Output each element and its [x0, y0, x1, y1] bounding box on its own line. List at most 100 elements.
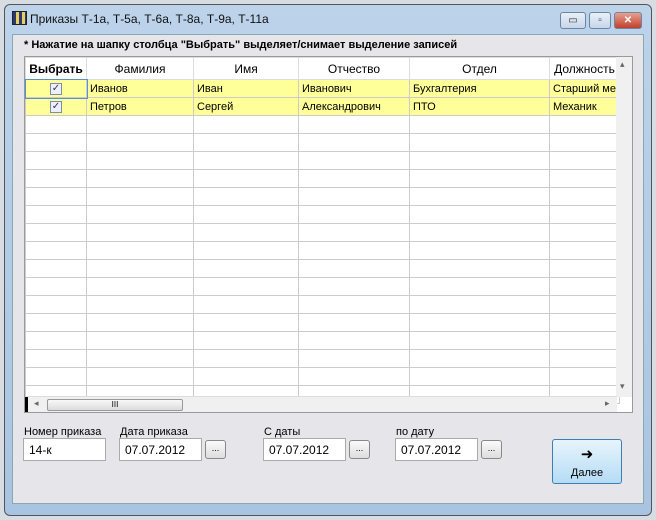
table-row[interactable] — [25, 223, 620, 242]
empty-cell[interactable] — [409, 349, 550, 368]
empty-cell[interactable] — [298, 223, 410, 242]
empty-cell[interactable] — [409, 205, 550, 224]
table-row[interactable]: ✓ Петров Сергей Александрович ПТО Механик — [25, 97, 620, 116]
empty-cell[interactable] — [86, 187, 194, 206]
empty-cell[interactable] — [86, 133, 194, 152]
table-cell[interactable]: Старший ме — [549, 79, 620, 98]
empty-cell[interactable] — [193, 349, 299, 368]
empty-cell[interactable] — [298, 313, 410, 332]
empty-cell[interactable] — [298, 187, 410, 206]
empty-cell[interactable] — [409, 169, 550, 188]
empty-cell[interactable] — [549, 367, 620, 386]
table-cell[interactable]: Александрович — [298, 97, 410, 116]
empty-cell[interactable] — [86, 241, 194, 260]
select-cell[interactable]: ✓ — [25, 78, 88, 99]
empty-cell[interactable] — [409, 151, 550, 170]
empty-cell[interactable] — [193, 331, 299, 350]
table-cell[interactable]: Иванов — [86, 79, 194, 98]
empty-cell[interactable] — [86, 205, 194, 224]
table-cell[interactable]: Сергей — [193, 97, 299, 116]
empty-cell[interactable] — [409, 241, 550, 260]
empty-cell[interactable] — [409, 259, 550, 278]
from-date-picker-button[interactable]: ... — [349, 440, 370, 459]
empty-cell[interactable] — [193, 277, 299, 296]
empty-cell[interactable] — [549, 331, 620, 350]
empty-cell[interactable] — [25, 295, 87, 314]
empty-cell[interactable] — [549, 133, 620, 152]
scroll-down-icon[interactable]: ▾ — [620, 381, 625, 392]
minimize-button[interactable]: ▭ — [560, 12, 586, 29]
empty-cell[interactable] — [549, 277, 620, 296]
select-checkbox[interactable]: ✓ — [50, 101, 62, 113]
table-row[interactable] — [25, 349, 620, 368]
empty-cell[interactable] — [298, 259, 410, 278]
order-date-input[interactable]: 07.07.2012 — [119, 438, 202, 461]
to-date-input[interactable]: 07.07.2012 — [395, 438, 478, 461]
order-date-picker-button[interactable]: ... — [205, 440, 226, 459]
close-button[interactable]: ✕ — [614, 12, 642, 29]
empty-cell[interactable] — [549, 259, 620, 278]
empty-cell[interactable] — [86, 349, 194, 368]
select-cell[interactable]: ✓ — [25, 97, 87, 116]
empty-cell[interactable] — [409, 187, 550, 206]
empty-cell[interactable] — [193, 313, 299, 332]
empty-cell[interactable] — [193, 115, 299, 134]
empty-cell[interactable] — [25, 331, 87, 350]
empty-cell[interactable] — [86, 169, 194, 188]
empty-cell[interactable] — [298, 205, 410, 224]
empty-cell[interactable] — [25, 133, 87, 152]
empty-cell[interactable] — [25, 205, 87, 224]
column-header[interactable]: Отдел — [409, 57, 550, 80]
empty-cell[interactable] — [25, 367, 87, 386]
table-row[interactable]: ✓ Иванов Иван Иванович Бухгалтерия Старший ме — [25, 78, 620, 99]
empty-cell[interactable] — [25, 241, 87, 260]
table-row[interactable] — [25, 259, 620, 278]
empty-cell[interactable] — [25, 223, 87, 242]
table-cell[interactable]: Бухгалтерия — [409, 79, 550, 98]
empty-cell[interactable] — [193, 187, 299, 206]
empty-cell[interactable] — [549, 205, 620, 224]
empty-cell[interactable] — [409, 331, 550, 350]
empty-cell[interactable] — [549, 349, 620, 368]
to-date-picker-button[interactable]: ... — [481, 440, 502, 459]
empty-cell[interactable] — [86, 295, 194, 314]
empty-cell[interactable] — [86, 367, 194, 386]
table-row[interactable] — [25, 241, 620, 260]
next-button[interactable]: ➜ Далее — [552, 439, 622, 484]
empty-cell[interactable] — [409, 313, 550, 332]
scroll-thumb[interactable]: III — [47, 399, 183, 411]
empty-cell[interactable] — [193, 205, 299, 224]
empty-cell[interactable] — [193, 241, 299, 260]
table-row[interactable] — [25, 205, 620, 224]
empty-cell[interactable] — [193, 151, 299, 170]
scroll-up-icon[interactable]: ▴ — [620, 59, 625, 70]
empty-cell[interactable] — [549, 187, 620, 206]
empty-cell[interactable] — [25, 115, 87, 134]
empty-cell[interactable] — [86, 313, 194, 332]
empty-cell[interactable] — [25, 169, 87, 188]
empty-cell[interactable] — [86, 331, 194, 350]
table-row[interactable] — [25, 295, 620, 314]
empty-cell[interactable] — [193, 295, 299, 314]
order-number-input[interactable]: 14-к — [23, 438, 106, 461]
empty-cell[interactable] — [298, 169, 410, 188]
table-cell[interactable]: Иванович — [298, 79, 410, 98]
empty-cell[interactable] — [549, 223, 620, 242]
empty-cell[interactable] — [549, 241, 620, 260]
empty-cell[interactable] — [86, 223, 194, 242]
empty-cell[interactable] — [298, 331, 410, 350]
empty-cell[interactable] — [25, 277, 87, 296]
empty-cell[interactable] — [25, 349, 87, 368]
table-cell[interactable]: ПТО — [409, 97, 550, 116]
empty-cell[interactable] — [25, 151, 87, 170]
empty-cell[interactable] — [298, 295, 410, 314]
table-row[interactable] — [25, 313, 620, 332]
empty-cell[interactable] — [549, 151, 620, 170]
empty-cell[interactable] — [193, 259, 299, 278]
empty-cell[interactable] — [298, 277, 410, 296]
column-header[interactable]: Должность — [549, 57, 620, 80]
column-header[interactable]: Имя — [193, 57, 299, 80]
empty-cell[interactable] — [549, 115, 620, 134]
table-row[interactable] — [25, 277, 620, 296]
empty-cell[interactable] — [193, 169, 299, 188]
